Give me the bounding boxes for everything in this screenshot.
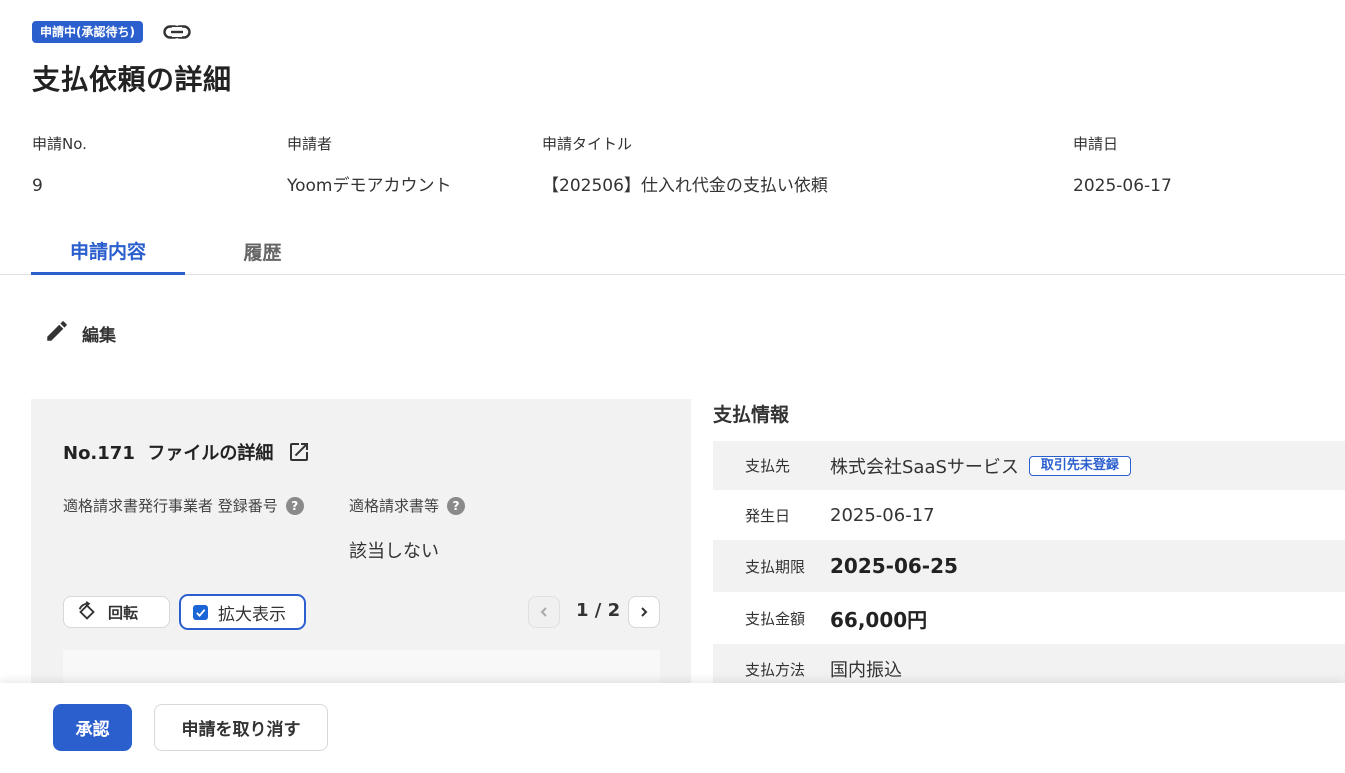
registration-number-label: 適格請求書発行事業者 登録番号 (63, 497, 278, 515)
application-meta: 申請No. 9 申請者 Yoomデモアカウント 申請タイトル 【202506】仕… (0, 134, 1345, 204)
file-title: No.171 ファイルの詳細 (63, 443, 274, 464)
meta-value: 9 (32, 176, 43, 196)
meta-value: 2025-06-17 (1073, 176, 1172, 196)
invoice-type-label: 適格請求書等 (349, 497, 440, 515)
approve-button[interactable]: 承認 (53, 704, 132, 751)
chevron-left-icon (538, 606, 550, 618)
rotate-label: 回転 (108, 603, 139, 622)
page-title: 支払依頼の詳細 (32, 63, 232, 96)
payee-name: 株式会社SaaSサービス (830, 456, 1019, 478)
rotate-icon (76, 601, 98, 623)
zoom-checkbox[interactable] (193, 604, 208, 620)
invoice-type-value: 該当しない (349, 541, 439, 562)
external-link-icon[interactable] (287, 440, 311, 464)
meta-label: 申請日 (1073, 135, 1119, 153)
pay-value: 66,000円 (830, 607, 928, 632)
meta-value: Yoomデモアカウント (287, 176, 452, 196)
link-icon[interactable] (163, 20, 191, 44)
pencil-icon (44, 318, 70, 348)
meta-application-date: 申請日 2025-06-17 (1073, 134, 1172, 197)
meta-label: 申請No. (32, 135, 87, 153)
cancel-application-button[interactable]: 申請を取り消す (154, 704, 328, 751)
status-row: 申請中(承認待ち) (32, 20, 191, 44)
page-indicator: 1 / 2 (576, 600, 621, 621)
tab-history[interactable]: 履歴 (200, 228, 325, 275)
tab-bar: 申請内容 履歴 (0, 228, 1345, 275)
next-page-button[interactable] (628, 596, 660, 628)
tab-application-content[interactable]: 申請内容 (31, 228, 185, 275)
prev-page-button[interactable] (528, 596, 560, 628)
pay-label: 支払金額 (745, 609, 806, 628)
meta-label: 申請タイトル (542, 135, 633, 153)
pay-label: 支払期限 (745, 557, 806, 576)
chevron-right-icon (638, 606, 650, 618)
file-detail-panel: No.171 ファイルの詳細 適格請求書発行事業者 登録番号 ? 適格請求書等 … (31, 399, 691, 699)
edit-button[interactable]: 編集 (44, 318, 116, 348)
rotate-button[interactable]: 回転 (63, 596, 170, 628)
meta-applicant: 申請者 Yoomデモアカウント (287, 134, 452, 197)
invoice-type-field: 適格請求書等 ? (349, 495, 466, 516)
action-footer: 承認 申請を取り消す (0, 683, 1345, 773)
payment-row-amount: 支払金額 66,000円 (713, 592, 1345, 644)
registration-number-field: 適格請求書発行事業者 登録番号 ? (63, 495, 304, 516)
unregistered-badge: 取引先未登録 (1028, 455, 1131, 476)
help-icon[interactable]: ? (285, 496, 304, 515)
pay-value: 国内振込 (830, 660, 902, 681)
pay-value: 株式会社SaaSサービス 取引先未登録 (830, 453, 1131, 479)
zoom-label: 拡大表示 (218, 604, 286, 625)
payment-row-occurrence-date: 発生日 2025-06-17 (713, 490, 1345, 540)
pay-label: 支払方法 (745, 660, 806, 679)
meta-value: 【202506】仕入れ代金の支払い依頼 (542, 176, 828, 196)
help-icon[interactable]: ? (447, 496, 466, 515)
meta-application-title: 申請タイトル 【202506】仕入れ代金の支払い依頼 (542, 134, 828, 197)
payment-row-payee: 支払先 株式会社SaaSサービス 取引先未登録 (713, 441, 1345, 490)
pay-label: 支払先 (745, 457, 791, 475)
zoom-toggle[interactable]: 拡大表示 (179, 594, 306, 630)
pay-value: 2025-06-25 (830, 554, 958, 578)
edit-label: 編集 (82, 325, 116, 346)
status-badge: 申請中(承認待ち) (32, 21, 143, 43)
meta-label: 申請者 (287, 135, 333, 153)
meta-application-no: 申請No. 9 (32, 134, 87, 197)
pay-value: 2025-06-17 (830, 504, 935, 526)
pay-label: 発生日 (745, 506, 791, 525)
payment-row-due-date: 支払期限 2025-06-25 (713, 540, 1345, 592)
payment-info-title: 支払情報 (713, 404, 790, 426)
file-title-row: No.171 ファイルの詳細 (63, 439, 311, 465)
